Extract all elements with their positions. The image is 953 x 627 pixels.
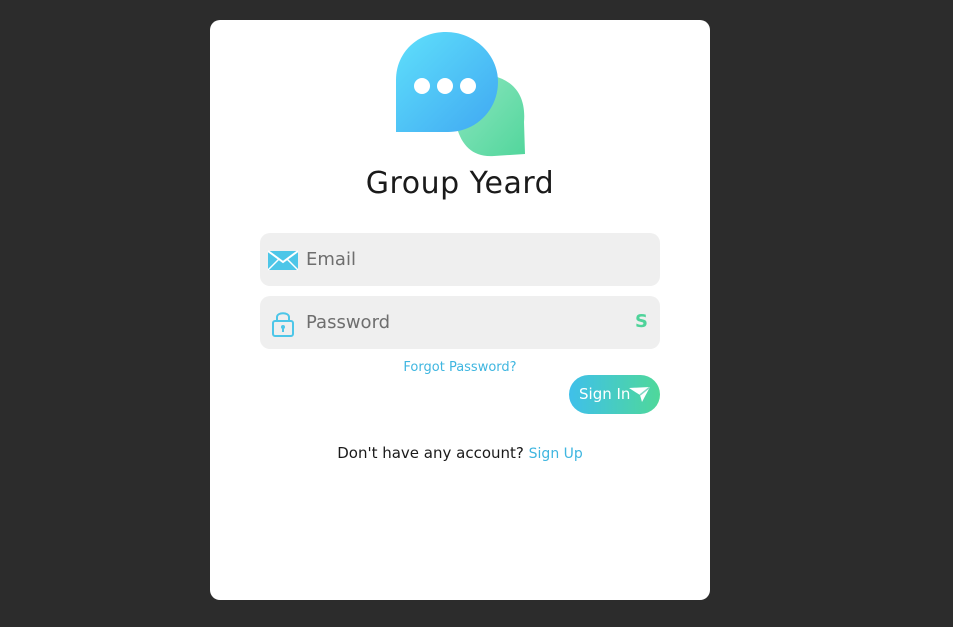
lock-icon (272, 312, 294, 337)
sign-up-link[interactable]: Sign Up (529, 446, 583, 462)
chat-bubbles-icon (396, 32, 525, 157)
login-card: Group Yeard S Forgot Password? Sign In D… (210, 20, 710, 600)
send-arrow-icon (629, 387, 650, 402)
sign-in-label: Sign In (579, 385, 631, 403)
show-password-toggle[interactable]: S (635, 311, 648, 332)
password-input[interactable] (306, 296, 626, 349)
signup-prompt-text: Don't have any account? (337, 444, 524, 462)
sign-in-button[interactable]: Sign In (569, 375, 660, 414)
email-input[interactable] (306, 233, 626, 286)
signup-prompt: Don't have any account? Sign Up (210, 444, 710, 462)
password-field[interactable]: S (260, 296, 660, 349)
app-title: Group Yeard (365, 166, 555, 201)
forgot-password-link[interactable]: Forgot Password? (210, 360, 710, 375)
email-field[interactable] (260, 233, 660, 286)
envelope-icon (268, 250, 298, 271)
